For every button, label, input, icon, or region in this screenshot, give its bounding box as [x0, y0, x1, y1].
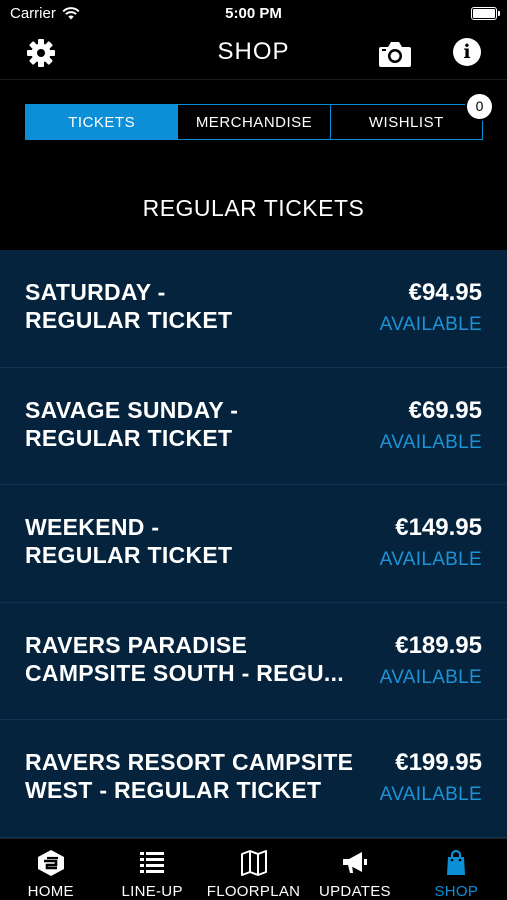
- tabbar-lineup[interactable]: LINE-UP: [101, 839, 202, 900]
- ticket-name: RAVERS PARADISE CAMPSITE SOUTH - REGU...: [25, 631, 357, 687]
- megaphone-icon: [342, 852, 367, 873]
- ticket-row[interactable]: WEEKEND - REGULAR TICKET €149.95 AVAILAB…: [0, 485, 507, 603]
- section-title: REGULAR TICKETS: [142, 195, 365, 221]
- ticket-row[interactable]: RAVERS RESORT CAMPSITE WEST - REGULAR TI…: [0, 720, 507, 838]
- list-icon: [140, 852, 165, 873]
- ticket-price: €199.95: [395, 749, 482, 776]
- ticket-name-line2: REGULAR TICKET: [25, 542, 233, 568]
- ticket-availability: AVAILABLE: [379, 314, 482, 335]
- ticket-row[interactable]: SAVAGE SUNDAY - REGULAR TICKET €69.95 AV…: [0, 368, 507, 485]
- ticket-name-line1: SAVAGE SUNDAY -: [25, 396, 239, 423]
- ticket-name: SATURDAY - REGULAR TICKET: [25, 278, 357, 334]
- tab-merchandise[interactable]: MERCHANDISE: [178, 105, 331, 139]
- ticket-name: SAVAGE SUNDAY - REGULAR TICKET: [25, 396, 357, 452]
- ticket-name: RAVERS RESORT CAMPSITE WEST - REGULAR TI…: [25, 748, 357, 804]
- tabbar-shop-label: SHOP: [434, 883, 479, 900]
- info-icon[interactable]: i: [453, 38, 481, 66]
- ticket-name-line2: REGULAR TICKET: [25, 307, 233, 333]
- bottom-tab-bar: HOME LINE-UP FLOORPLAN UPDATES SHOP: [0, 838, 507, 900]
- ticket-availability: AVAILABLE: [379, 549, 482, 570]
- wishlist-count-badge: 0: [465, 92, 494, 121]
- ticket-price: €94.95: [408, 279, 482, 306]
- ticket-list: SATURDAY - REGULAR TICKET €94.95 AVAILAB…: [0, 250, 507, 838]
- ticket-row[interactable]: SATURDAY - REGULAR TICKET €94.95 AVAILAB…: [0, 250, 507, 368]
- tabbar-shop[interactable]: SHOP: [406, 839, 507, 900]
- camera-icon[interactable]: [378, 40, 412, 68]
- tab-wishlist[interactable]: WISHLIST: [331, 105, 482, 139]
- ticket-row[interactable]: RAVERS PARADISE CAMPSITE SOUTH - REGU...…: [0, 603, 507, 720]
- tabbar-home[interactable]: HOME: [0, 839, 101, 900]
- tabbar-updates-label: UPDATES: [319, 883, 391, 900]
- home-logo-icon: [37, 850, 64, 876]
- top-bar: SHOP i: [0, 28, 507, 80]
- ticket-name-line2: REGULAR TICKET: [25, 424, 233, 451]
- status-bar: Carrier 5:00 PM: [0, 0, 507, 28]
- ticket-name-line2: CAMPSITE SOUTH - REGU...: [25, 659, 344, 686]
- ticket-name: WEEKEND - REGULAR TICKET: [25, 513, 357, 569]
- tabbar-floorplan-label: FLOORPLAN: [206, 883, 301, 900]
- tabbar-home-label: HOME: [27, 883, 74, 900]
- ticket-name-line1: SATURDAY -: [25, 279, 166, 305]
- ticket-availability: AVAILABLE: [379, 666, 482, 688]
- ticket-name-line2: WEST - REGULAR TICKET: [25, 777, 322, 803]
- ticket-price: €69.95: [408, 396, 482, 424]
- ticket-name-line1: RAVERS PARADISE: [25, 631, 248, 658]
- ticket-name-line1: RAVERS RESORT CAMPSITE: [25, 749, 354, 775]
- ticket-price: €189.95: [395, 631, 482, 659]
- page-title: SHOP: [217, 38, 290, 65]
- map-icon: [240, 850, 267, 876]
- tab-tickets[interactable]: TICKETS: [26, 105, 179, 139]
- ticket-availability: AVAILABLE: [379, 431, 482, 453]
- ticket-availability: AVAILABLE: [379, 784, 482, 805]
- shopping-bag-icon: [447, 849, 466, 875]
- clock: 5:00 PM: [225, 5, 282, 22]
- ticket-name-line1: WEEKEND -: [25, 514, 160, 540]
- shop-tabs: TICKETS MERCHANDISE WISHLIST: [25, 104, 483, 140]
- tabbar-lineup-label: LINE-UP: [121, 883, 183, 900]
- tabbar-floorplan[interactable]: FLOORPLAN: [203, 839, 304, 900]
- tabbar-updates[interactable]: UPDATES: [304, 839, 405, 900]
- ticket-price: €149.95: [395, 514, 482, 541]
- battery-icon: [471, 7, 500, 20]
